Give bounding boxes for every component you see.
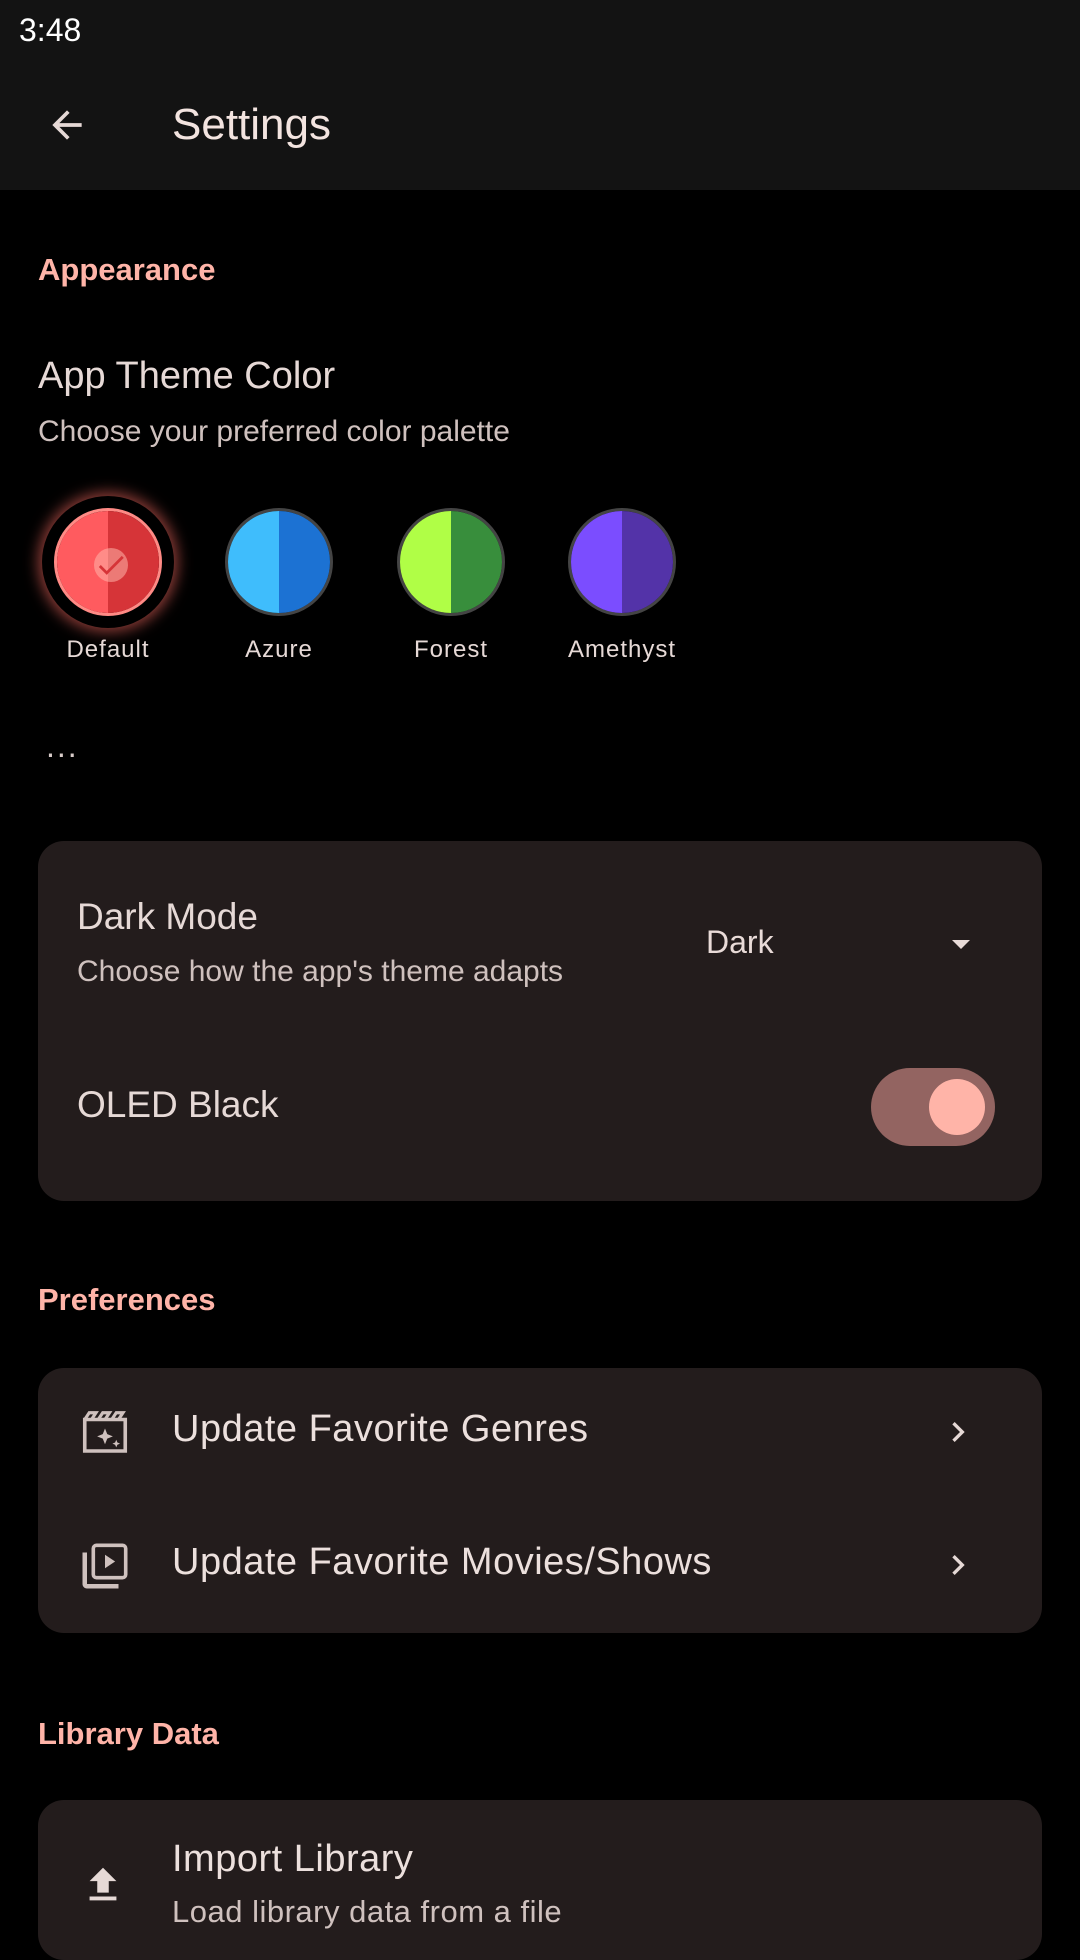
import-library-title: Import Library (172, 1838, 414, 1880)
swatch-circle (397, 508, 505, 616)
oled-black-title: OLED Black (77, 1084, 279, 1125)
dark-mode-dropdown[interactable]: Dark (706, 910, 986, 980)
swatch-label: Default (66, 636, 150, 663)
video-library-icon (82, 1543, 128, 1589)
theme-swatch-azure[interactable]: Azure (201, 506, 341, 676)
dropdown-caret-icon (952, 940, 970, 949)
toggle-knob (929, 1079, 985, 1135)
swatch-left-half (228, 511, 279, 613)
update-favorite-genres-row[interactable]: Update Favorite Genres (38, 1368, 1042, 1498)
swatch-right-half (451, 511, 502, 613)
chevron-right-icon (952, 1422, 965, 1442)
oled-black-toggle[interactable] (871, 1068, 995, 1146)
update-favorite-movies-row[interactable]: Update Favorite Movies/Shows (38, 1501, 1042, 1631)
page-title: Settings (172, 100, 331, 149)
section-label-preferences: Preferences (38, 1282, 216, 1317)
theme-swatch-forest[interactable]: Forest (373, 506, 513, 676)
upload-icon (89, 1867, 117, 1901)
status-time: 3:48 (19, 12, 82, 48)
theme-color-subtitle: Choose your preferred color palette (38, 415, 510, 448)
dark-mode-subtitle: Choose how the app's theme adapts (77, 955, 564, 988)
swatch-circle (225, 508, 333, 616)
import-library-row[interactable]: Import Library Load library data from a … (38, 1800, 1042, 1929)
row-label: Update Favorite Movies/Shows (172, 1541, 712, 1583)
section-label-library-data: Library Data (38, 1716, 219, 1751)
back-button[interactable] (26, 94, 108, 156)
dark-mode-value: Dark (706, 924, 774, 960)
swatch-left-half (400, 511, 451, 613)
more-swatches-button[interactable]: ... (46, 728, 79, 765)
swatch-right-half (279, 511, 330, 613)
section-label-appearance: Appearance (38, 252, 216, 287)
chevron-right-icon (952, 1555, 965, 1575)
dark-mode-title: Dark Mode (77, 896, 258, 937)
swatch-left-half (571, 511, 622, 613)
display-mode-card (38, 841, 1042, 1201)
app-bar: Settings (0, 60, 1080, 190)
swatch-label: Forest (413, 636, 488, 663)
check-icon (94, 548, 128, 582)
theme-swatch-default[interactable]: Default (30, 506, 170, 676)
theme-color-title: App Theme Color (38, 355, 336, 397)
row-label: Update Favorite Genres (172, 1408, 589, 1450)
arrow-back-icon (52, 110, 82, 140)
theme-swatch-amethyst[interactable]: Amethyst (544, 506, 684, 676)
swatch-circle (568, 508, 676, 616)
swatch-circle (54, 508, 162, 616)
movie-sparkle-icon (82, 1411, 128, 1453)
swatch-label: Azure (245, 636, 313, 663)
status-bar: 3:48 (0, 0, 1080, 60)
swatch-right-half (622, 511, 673, 613)
import-library-subtitle: Load library data from a file (172, 1894, 563, 1929)
swatch-label: Amethyst (567, 636, 677, 663)
